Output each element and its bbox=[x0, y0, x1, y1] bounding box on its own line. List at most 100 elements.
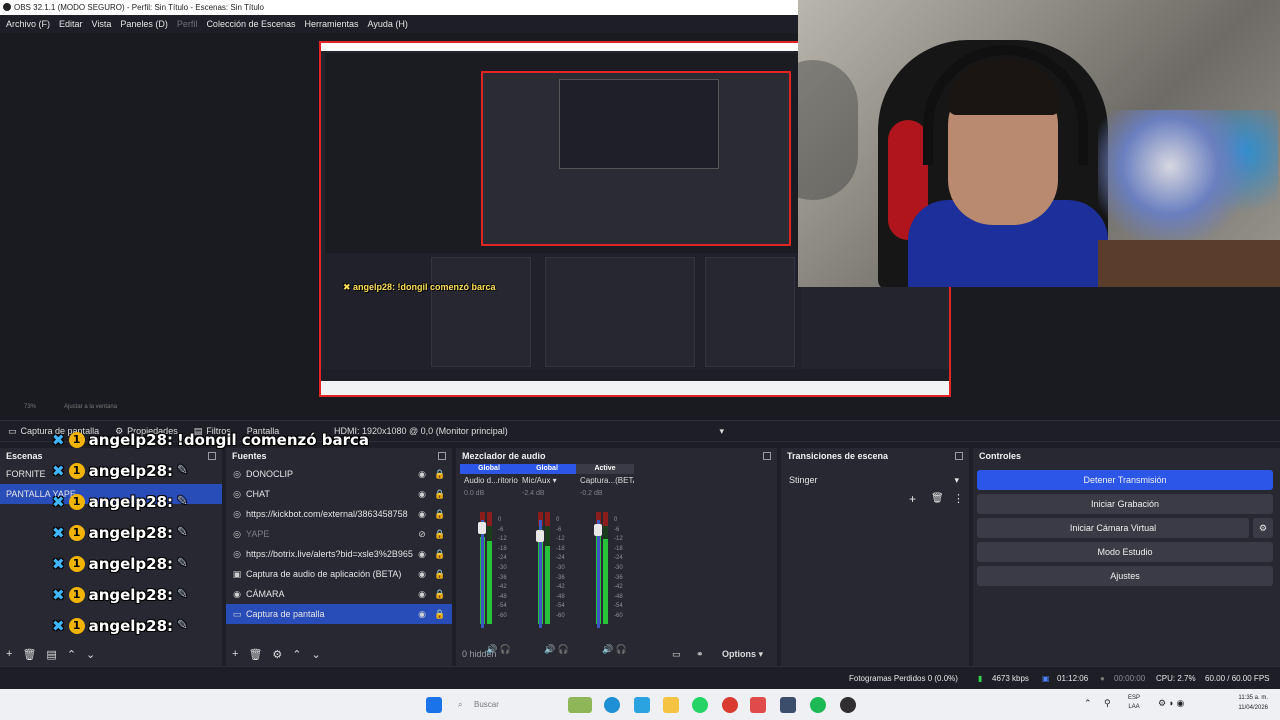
scene-filters-button[interactable]: ▤ bbox=[46, 648, 56, 661]
channel-badge: Global bbox=[460, 464, 518, 474]
weather-widget-icon[interactable] bbox=[568, 697, 592, 713]
chevron-up-icon[interactable]: ⌃ bbox=[1084, 698, 1092, 709]
menu-item-5[interactable]: Colección de Escenas bbox=[204, 15, 302, 33]
stop-stream-button[interactable]: Detener Transmisión bbox=[977, 470, 1273, 490]
lock-icon[interactable]: 🔒 bbox=[434, 604, 446, 624]
settings-button[interactable]: Ajustes bbox=[977, 566, 1273, 586]
options-button[interactable]: Options ▾ bbox=[722, 649, 763, 660]
spotify-icon[interactable] bbox=[810, 697, 826, 713]
eye-icon[interactable]: ◉ bbox=[416, 484, 428, 504]
float-icon[interactable] bbox=[955, 452, 963, 460]
fader-handle[interactable] bbox=[536, 529, 544, 542]
lock-icon[interactable]: 🔒 bbox=[434, 484, 446, 504]
lock-icon[interactable]: 🔒 bbox=[434, 584, 446, 604]
nested-mixer-dock bbox=[545, 257, 695, 367]
file-explorer-icon[interactable] bbox=[663, 697, 679, 713]
move-up-button[interactable]: ⌃ bbox=[292, 648, 301, 661]
headphones-icon[interactable]: 🎧 bbox=[613, 644, 627, 654]
volume-fader[interactable] bbox=[481, 520, 484, 628]
lock-icon[interactable]: 🔒 bbox=[434, 524, 446, 544]
taskbar-search[interactable]: ⌕ Buscar bbox=[452, 695, 562, 715]
start-virtual-cam-button[interactable]: Iniciar Cámara Virtual bbox=[977, 518, 1249, 538]
speaker-icon[interactable]: 🔊 bbox=[486, 644, 497, 654]
add-scene-button[interactable]: + bbox=[6, 648, 12, 660]
channel-name[interactable]: Audio d...ritorio ▾ bbox=[460, 474, 518, 488]
calculator-icon[interactable] bbox=[780, 697, 796, 713]
obs-taskbar-icon[interactable] bbox=[840, 697, 856, 713]
start-menu-icon[interactable] bbox=[426, 697, 442, 713]
headphones-icon[interactable]: 🎧 bbox=[497, 644, 511, 654]
pencil-icon: ✎ bbox=[177, 494, 188, 509]
chevron-down-icon[interactable]: ▾ bbox=[550, 476, 557, 485]
channel-name[interactable]: Mic/Aux ▾ bbox=[518, 474, 576, 488]
studio-mode-button[interactable]: Modo Estudio bbox=[977, 542, 1273, 562]
taskbar-clock[interactable]: 11:35 a. m. 11/04/2026 bbox=[1238, 693, 1268, 713]
channel-badge: Global bbox=[518, 464, 576, 474]
controls-title: Controles bbox=[979, 451, 1022, 461]
transitions-title: Transiciones de escena bbox=[787, 451, 889, 461]
speaker-icon[interactable]: 🔊 bbox=[602, 644, 613, 654]
remove-transition-button[interactable]: 🗑 bbox=[931, 493, 944, 504]
remove-scene-button[interactable]: 🗑 bbox=[22, 648, 36, 661]
edge-icon[interactable] bbox=[604, 697, 620, 713]
whatsapp-icon[interactable] bbox=[692, 697, 708, 713]
speaker-icon[interactable]: 🔊 bbox=[544, 644, 555, 654]
add-transition-button[interactable]: + bbox=[909, 492, 916, 506]
lock-icon[interactable]: 🔒 bbox=[434, 504, 446, 524]
badge-icon: 1 bbox=[68, 555, 85, 572]
eye-icon[interactable]: ◉ bbox=[416, 584, 428, 604]
lock-icon[interactable]: 🔒 bbox=[434, 464, 446, 484]
menu-item-0[interactable]: Archivo (F) bbox=[4, 15, 57, 33]
lock-icon[interactable]: 🔒 bbox=[434, 544, 446, 564]
headphones-icon[interactable]: 🎧 bbox=[555, 644, 569, 654]
chat-username: angelp28: bbox=[88, 554, 174, 573]
move-up-button[interactable]: ⌃ bbox=[67, 648, 76, 661]
chat-line: ✖ 1 angelp28: ✎ bbox=[52, 579, 372, 610]
db-scale-tick: -12 bbox=[614, 536, 623, 543]
eye-off-icon[interactable]: ⊘ bbox=[416, 524, 428, 544]
virtual-cam-settings-button[interactable]: ⚙ bbox=[1253, 518, 1273, 538]
volume-fader[interactable] bbox=[597, 520, 600, 628]
fader-handle[interactable] bbox=[594, 523, 602, 536]
eye-icon[interactable]: ◉ bbox=[416, 604, 428, 624]
system-tray-icons[interactable]: ⚙ ◗ ◉ bbox=[1158, 698, 1184, 709]
source-properties-button[interactable]: ⚙ bbox=[272, 648, 282, 661]
fit-to-window[interactable]: Ajustar a la ventana bbox=[64, 404, 117, 410]
add-source-button[interactable]: + bbox=[232, 648, 238, 660]
float-icon[interactable] bbox=[438, 452, 446, 460]
menu-item-7[interactable]: Ayuda (H) bbox=[366, 15, 415, 33]
menu-item-4[interactable]: Perfil bbox=[175, 15, 205, 33]
zoom-level[interactable]: 73% bbox=[24, 404, 36, 410]
eye-icon[interactable]: ◉ bbox=[416, 464, 428, 484]
mixer-link-icon[interactable]: ⚭ bbox=[696, 649, 704, 660]
chat-username: angelp28: bbox=[88, 492, 174, 511]
record-icon: ● bbox=[1100, 674, 1105, 683]
eye-icon[interactable]: ◉ bbox=[416, 564, 428, 584]
lock-icon[interactable]: 🔒 bbox=[434, 564, 446, 584]
start-recording-button[interactable]: Iniciar Grabación bbox=[977, 494, 1273, 514]
monitor-select[interactable]: HDMI: 1920x1080 @ 0,0 (Monitor principal… bbox=[330, 424, 728, 439]
mixer-layout-icon[interactable]: ▭ bbox=[672, 649, 681, 660]
transition-menu-button[interactable]: ⋮ bbox=[953, 492, 964, 505]
eye-icon[interactable]: ◉ bbox=[416, 504, 428, 524]
menu-item-2[interactable]: Vista bbox=[90, 15, 119, 33]
telegram-icon[interactable] bbox=[634, 697, 650, 713]
app-icon[interactable] bbox=[750, 697, 766, 713]
fader-handle[interactable] bbox=[478, 521, 486, 534]
language-indicator[interactable]: ESP LAA bbox=[1128, 694, 1140, 712]
float-icon[interactable] bbox=[763, 452, 771, 460]
sword-icon: ✖ bbox=[52, 523, 65, 542]
move-down-button[interactable]: ⌄ bbox=[312, 648, 321, 661]
chrome-icon[interactable] bbox=[722, 697, 738, 713]
move-down-button[interactable]: ⌄ bbox=[86, 648, 95, 661]
menu-item-3[interactable]: Paneles (D) bbox=[118, 15, 175, 33]
transition-select[interactable]: Stinger ▾ bbox=[785, 472, 965, 488]
remove-source-button[interactable]: 🗑 bbox=[248, 648, 262, 661]
channel-name[interactable]: Captura...(BETA) ▾ bbox=[576, 474, 634, 488]
transition-select-value: Stinger bbox=[789, 475, 818, 485]
network-icon[interactable]: ⚲ bbox=[1104, 698, 1111, 709]
eye-icon[interactable]: ◉ bbox=[416, 544, 428, 564]
db-scale-tick: -24 bbox=[614, 555, 623, 562]
menu-item-6[interactable]: Herramientas bbox=[303, 15, 366, 33]
menu-item-1[interactable]: Editar bbox=[57, 15, 90, 33]
